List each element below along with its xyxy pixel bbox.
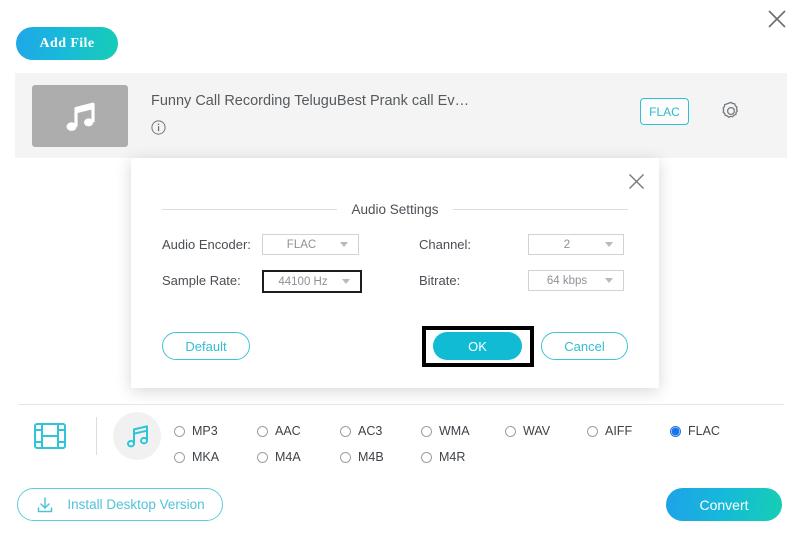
sample-rate-select[interactable]: 44100 Hz (262, 270, 362, 293)
radio-icon (257, 426, 268, 437)
title-rule-left (162, 209, 337, 210)
format-option-m4r[interactable]: M4R (421, 450, 465, 464)
radio-icon (421, 426, 432, 437)
format-option-label: AC3 (358, 424, 382, 438)
format-option-label: AAC (275, 424, 301, 438)
format-option-label: MP3 (192, 424, 218, 438)
dialog-close-button[interactable] (623, 168, 649, 194)
add-file-label: Add File (40, 36, 95, 52)
radio-icon-selected (670, 426, 681, 437)
audio-format-tab[interactable] (113, 412, 161, 460)
bitrate-value: 64 kbps (535, 275, 599, 287)
app-window: Add File Funny Call Recording TeluguBest… (0, 0, 800, 544)
radio-icon (505, 426, 516, 437)
audio-encoder-value: FLAC (269, 239, 334, 251)
install-desktop-version-button[interactable]: Install Desktop Version (17, 488, 223, 521)
bitrate-select[interactable]: 64 kbps (528, 270, 624, 291)
radio-icon (257, 452, 268, 463)
sample-rate-label: Sample Rate: (162, 273, 241, 288)
cancel-button[interactable]: Cancel (541, 332, 628, 360)
ok-button-label: OK (468, 339, 487, 354)
format-option-label: WAV (523, 424, 550, 438)
gear-icon (719, 99, 743, 123)
channel-value: 2 (535, 239, 599, 251)
download-icon (35, 495, 55, 515)
format-option-label: AIFF (605, 424, 632, 438)
close-icon (766, 8, 788, 30)
format-option-flac[interactable]: FLAC (670, 424, 720, 438)
format-option-m4a[interactable]: M4A (257, 450, 301, 464)
convert-button-label: Convert (699, 497, 748, 513)
bitrate-label: Bitrate: (419, 273, 460, 288)
chevron-down-icon (605, 278, 613, 283)
music-note-icon (122, 421, 152, 451)
title-rule-right (453, 209, 628, 210)
install-desktop-version-label: Install Desktop Version (67, 497, 204, 512)
format-option-label: M4A (275, 450, 301, 464)
radio-icon (340, 426, 351, 437)
chevron-down-icon (340, 242, 348, 247)
audio-settings-dialog: Audio Settings Audio Encoder: FLAC Chann… (131, 158, 659, 388)
format-option-label: M4R (439, 450, 465, 464)
format-option-m4b[interactable]: M4B (340, 450, 384, 464)
audio-encoder-select[interactable]: FLAC (262, 234, 359, 255)
window-close-button[interactable] (762, 4, 792, 34)
file-format-badge-label: FLAC (649, 105, 680, 119)
format-option-label: M4B (358, 450, 384, 464)
radio-icon (174, 426, 185, 437)
file-title: Funny Call Recording TeluguBest Prank ca… (151, 93, 469, 109)
video-format-tab[interactable] (30, 418, 70, 454)
chevron-down-icon (342, 279, 350, 284)
format-option-label: WMA (439, 424, 470, 438)
format-option-ac3[interactable]: AC3 (340, 424, 382, 438)
format-option-mp3[interactable]: MP3 (174, 424, 218, 438)
chevron-down-icon (605, 242, 613, 247)
radio-icon (174, 452, 185, 463)
format-option-aiff[interactable]: AIFF (587, 424, 632, 438)
format-bar-divider (18, 404, 784, 405)
file-thumbnail (32, 85, 128, 147)
format-option-wav[interactable]: WAV (505, 424, 550, 438)
cancel-button-label: Cancel (564, 339, 604, 354)
file-row: Funny Call Recording TeluguBest Prank ca… (15, 73, 787, 158)
channel-label: Channel: (419, 237, 471, 252)
radio-icon (587, 426, 598, 437)
format-option-wma[interactable]: WMA (421, 424, 470, 438)
ok-button[interactable]: OK (433, 332, 522, 360)
file-format-badge[interactable]: FLAC (640, 98, 689, 125)
dialog-title: Audio Settings (337, 202, 452, 217)
format-option-mka[interactable]: MKA (174, 450, 219, 464)
add-file-button[interactable]: Add File (16, 27, 118, 60)
format-tab-separator (96, 417, 97, 455)
file-settings-button[interactable] (717, 97, 745, 125)
radio-icon (421, 452, 432, 463)
file-info-button[interactable] (151, 120, 166, 135)
dialog-title-row: Audio Settings (162, 200, 628, 218)
channel-select[interactable]: 2 (528, 234, 624, 255)
convert-button[interactable]: Convert (666, 488, 782, 521)
radio-icon (340, 452, 351, 463)
music-note-icon (60, 96, 100, 136)
audio-encoder-label: Audio Encoder: (162, 237, 251, 252)
format-option-label: MKA (192, 450, 219, 464)
format-option-label: FLAC (688, 424, 720, 438)
default-button-label: Default (185, 339, 226, 354)
format-option-aac[interactable]: AAC (257, 424, 301, 438)
info-icon (151, 120, 166, 135)
sample-rate-value: 44100 Hz (270, 276, 336, 288)
default-button[interactable]: Default (162, 332, 250, 360)
film-strip-icon (33, 421, 67, 451)
audio-format-options: MP3 AAC AC3 WMA WAV AIFF FLAC MKA M4A (174, 412, 784, 470)
close-icon (627, 172, 646, 191)
